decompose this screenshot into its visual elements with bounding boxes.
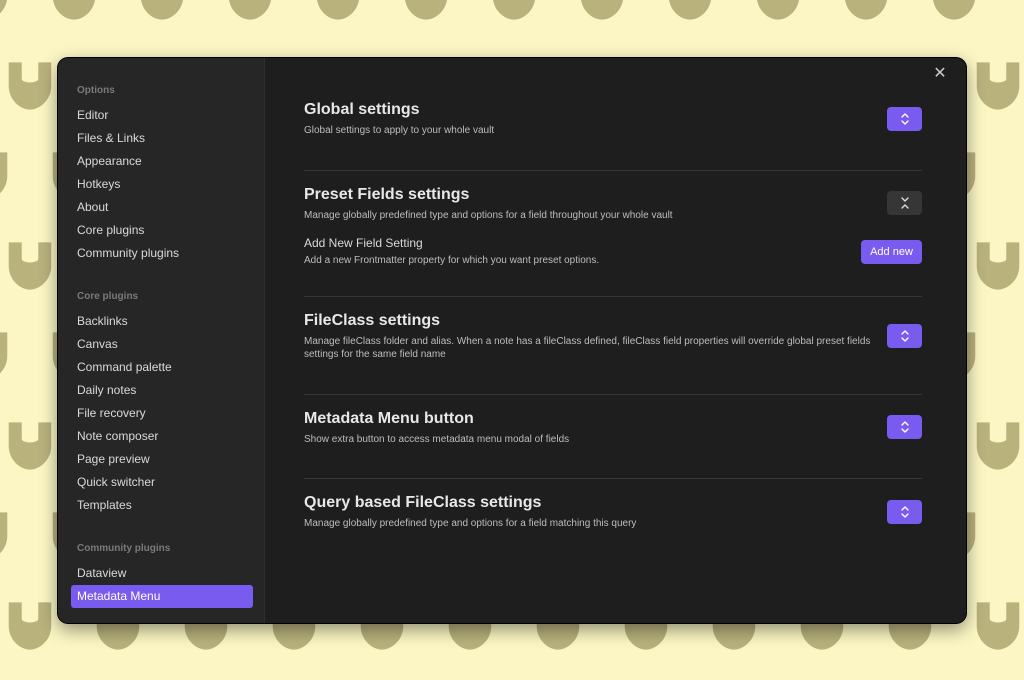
chevron-up-down-icon — [900, 506, 909, 518]
section-description: Manage fileClass folder and alias. When … — [304, 336, 871, 360]
sidebar-item-core-plugins[interactable]: Core plugins — [58, 219, 253, 242]
sidebar-item-templates[interactable]: Templates — [58, 494, 253, 517]
section-preset-fields: Preset Fields settings Manage globally p… — [304, 186, 922, 222]
pattern-shape — [757, 0, 799, 20]
expand-button[interactable] — [887, 107, 922, 131]
section-title: Global settings — [304, 101, 420, 118]
pattern-shape — [141, 0, 183, 20]
settings-content: ✕ Global settings Global settings to app… — [265, 58, 966, 623]
pattern-shape — [0, 0, 7, 14]
sidebar-heading-core-plugins: Core plugins — [77, 291, 139, 302]
section-title: Preset Fields settings — [304, 186, 470, 203]
pattern-shape — [933, 0, 975, 20]
expand-button[interactable] — [887, 415, 922, 439]
sidebar-heading-community-plugins: Community plugins — [77, 543, 171, 554]
sidebar-item-command-palette[interactable]: Command palette — [58, 356, 253, 379]
pattern-shape — [669, 0, 711, 20]
chevron-collapse-icon — [900, 197, 909, 209]
section-title: Metadata Menu button — [304, 410, 474, 427]
chevron-up-down-icon — [900, 330, 909, 342]
section-description: Manage globally predefined type and opti… — [304, 518, 637, 529]
pattern-shape — [581, 0, 623, 20]
sidebar-item-about[interactable]: About — [58, 196, 253, 219]
sidebar-group-community-plugins: Community plugins Dataview Metadata Menu — [58, 536, 264, 608]
setting-add-new-field: Add New Field Setting Add a new Frontmat… — [304, 236, 922, 266]
section-description: Manage globally predefined type and opti… — [304, 210, 673, 221]
sidebar-item-hotkeys[interactable]: Hotkeys — [58, 173, 253, 196]
pattern-shape — [53, 0, 95, 20]
pattern-shape — [0, 512, 8, 554]
divider — [304, 394, 922, 395]
section-query-fileclass: Query based FileClass settings Manage gl… — [304, 494, 922, 530]
add-new-button[interactable]: Add new — [861, 240, 922, 264]
expand-button[interactable] — [887, 500, 922, 524]
sidebar-item-canvas[interactable]: Canvas — [58, 333, 253, 356]
collapse-button[interactable] — [887, 191, 922, 215]
pattern-shape — [8, 242, 52, 290]
pattern-shape — [976, 422, 1020, 470]
section-description: Show extra button to access metadata men… — [304, 434, 570, 445]
sidebar-item-file-recovery[interactable]: File recovery — [58, 402, 253, 425]
sidebar-item-community-plugins[interactable]: Community plugins — [58, 242, 253, 265]
section-fileclass-settings: FileClass settings Manage fileClass fold… — [304, 312, 922, 361]
section-metadata-menu-button: Metadata Menu button Show extra button t… — [304, 410, 922, 446]
pattern-shape — [8, 62, 52, 110]
pattern-shape — [0, 332, 8, 374]
expand-button[interactable] — [887, 324, 922, 348]
pattern-shape — [493, 0, 535, 20]
divider — [304, 478, 922, 479]
sidebar-item-note-composer[interactable]: Note composer — [58, 425, 253, 448]
close-icon[interactable]: ✕ — [932, 66, 948, 82]
section-global-settings: Global settings Global settings to apply… — [304, 101, 922, 137]
setting-description: Add a new Frontmatter property for which… — [304, 255, 600, 266]
sidebar-item-quick-switcher[interactable]: Quick switcher — [58, 471, 253, 494]
pattern-shape — [8, 602, 52, 650]
pattern-shape — [317, 0, 359, 20]
chevron-up-down-icon — [900, 113, 909, 125]
divider — [304, 296, 922, 297]
sidebar-item-dataview[interactable]: Dataview — [58, 562, 253, 585]
sidebar-group-core-plugins: Core plugins Backlinks Canvas Command pa… — [58, 284, 264, 517]
divider — [304, 170, 922, 171]
pattern-shape — [976, 62, 1020, 110]
sidebar-item-backlinks[interactable]: Backlinks — [58, 310, 253, 333]
pattern-shape — [0, 152, 8, 194]
section-description: Global settings to apply to your whole v… — [304, 125, 495, 136]
section-title: Query based FileClass settings — [304, 494, 542, 511]
setting-title: Add New Field Setting — [304, 236, 423, 250]
chevron-up-down-icon — [900, 421, 909, 433]
sidebar-heading-options: Options — [77, 85, 115, 96]
pattern-shape — [976, 242, 1020, 290]
pattern-shape — [229, 0, 271, 20]
pattern-shape — [976, 602, 1020, 650]
sidebar-item-editor[interactable]: Editor — [58, 104, 253, 127]
pattern-shape — [845, 0, 887, 20]
sidebar-item-metadata-menu[interactable]: Metadata Menu — [71, 585, 253, 608]
sidebar-item-page-preview[interactable]: Page preview — [58, 448, 253, 471]
settings-sidebar: Options Editor Files & Links Appearance … — [58, 58, 265, 623]
pattern-shape — [8, 422, 52, 470]
sidebar-item-appearance[interactable]: Appearance — [58, 150, 253, 173]
sidebar-group-options: Options Editor Files & Links Appearance … — [58, 78, 264, 265]
pattern-shape — [405, 0, 447, 20]
settings-modal: Options Editor Files & Links Appearance … — [58, 58, 966, 623]
sidebar-item-daily-notes[interactable]: Daily notes — [58, 379, 253, 402]
sidebar-item-files-links[interactable]: Files & Links — [58, 127, 253, 150]
section-title: FileClass settings — [304, 312, 441, 329]
